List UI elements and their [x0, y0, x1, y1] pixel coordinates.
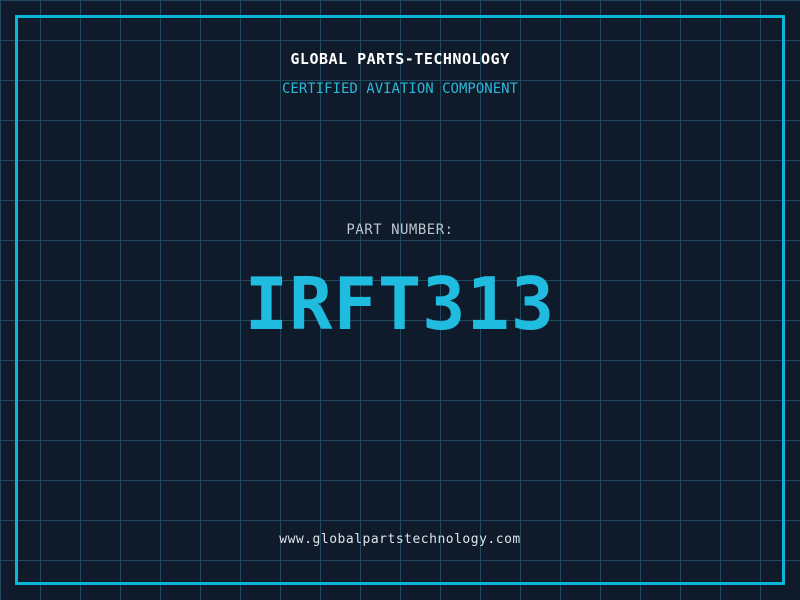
company-name: GLOBAL PARTS-TECHNOLOGY: [290, 50, 510, 68]
part-number-value: IRFT313: [244, 262, 556, 346]
website-url: www.globalpartstechnology.com: [279, 532, 521, 547]
part-certificate-page: GLOBAL PARTS-TECHNOLOGY CERTIFIED AVIATI…: [0, 0, 800, 600]
certification-tagline: CERTIFIED AVIATION COMPONENT: [281, 81, 518, 97]
part-number-label: PART NUMBER:: [346, 222, 454, 238]
